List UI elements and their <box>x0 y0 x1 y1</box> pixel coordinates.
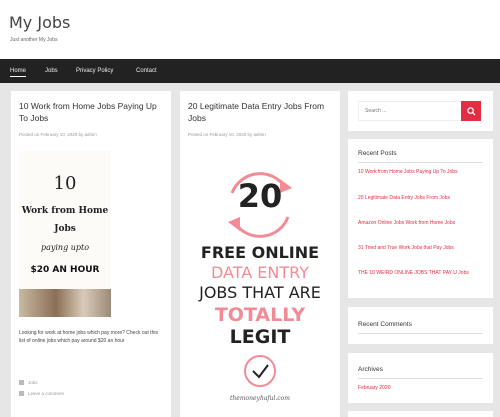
thumbnail-headline: LEGIT <box>229 326 291 348</box>
nav-item-label: Home <box>10 68 27 77</box>
site-title[interactable]: My Jobs <box>9 13 70 32</box>
post-thumbnail[interactable]: 10 Work from Home Jobs paying upto $20 A… <box>19 151 111 317</box>
nav-item-label: Contact <box>136 68 157 74</box>
thumbnail-headline: FREE ONLINE <box>200 243 320 262</box>
post-card: 10 Work from Home Jobs Paying Up To Jobs… <box>11 91 171 417</box>
widget-title: Archives <box>358 366 383 373</box>
recent-post-link[interactable]: 10 Work from Home Jobs Paying Up To Jobs <box>358 168 483 176</box>
nav-item-label: Privacy Policy <box>76 68 114 74</box>
nav-item-home[interactable]: Home <box>10 59 27 83</box>
widget-title: Recent Posts <box>358 150 397 157</box>
post-meta: Posted on February 10, 2020 by admin <box>188 132 266 137</box>
recent-post-link[interactable]: 31 Tried and True Work Jobs that Pay Job… <box>358 244 483 252</box>
thumbnail-headline: JOBS THAT ARE <box>199 283 321 302</box>
widget-title: Recent Comments <box>358 321 412 328</box>
divider <box>358 162 483 163</box>
recent-posts-widget: Recent Posts 10 Work from Home Jobs Payi… <box>348 139 493 298</box>
recent-post-link[interactable]: Amazon Online Jobs Work from Home Jobs <box>358 219 483 227</box>
nav-item-jobs[interactable]: Jobs <box>45 59 58 83</box>
search-icon <box>466 106 476 116</box>
thumbnail-headline: Jobs <box>54 224 76 234</box>
post-excerpt: Looking for work at home jobs which pay … <box>19 330 158 344</box>
site-header: My Jobs Just another My Jobs <box>0 0 500 59</box>
thumbnail-headline: Work from Home <box>21 206 109 216</box>
nav-item-contact[interactable]: Contact <box>136 59 157 83</box>
search-input[interactable] <box>358 101 475 121</box>
thumbnail-caption: themoneyhaful.com <box>230 395 290 402</box>
checkmark-circle-icon <box>244 355 276 387</box>
thumbnail-headline: $20 AN HOUR <box>30 265 100 275</box>
search-button[interactable] <box>461 101 481 121</box>
post-meta: Posted on February 10, 2020 by admin <box>19 132 97 137</box>
recent-comments-widget: Recent Comments <box>348 307 493 344</box>
nav-item-label: Jobs <box>45 68 58 74</box>
thumbnail-headline: TOTALLY <box>214 304 306 326</box>
site-description: Just another My Jobs <box>10 37 58 43</box>
nav-item-privacy-policy[interactable]: Privacy Policy <box>76 59 113 83</box>
post-comments: Leave a comment <box>19 391 64 396</box>
thumbnail-number: 20 <box>237 177 283 215</box>
comment-link[interactable]: Leave a comment <box>28 391 64 396</box>
recent-post-link[interactable]: 20 Legitimate Data Entry Jobs From Jobs <box>358 194 483 202</box>
main-navigation: Home Jobs Privacy Policy Contact <box>0 59 500 83</box>
next-widget <box>348 411 493 417</box>
post-title[interactable]: 10 Work from Home Jobs Paying Up To Jobs <box>19 100 159 124</box>
post-card: 20 Legitimate Data Entry Jobs From Jobs … <box>180 91 340 417</box>
post-title[interactable]: 20 Legitimate Data Entry Jobs From Jobs <box>188 100 334 124</box>
divider <box>358 333 483 334</box>
category-link[interactable]: Jobs <box>28 380 38 385</box>
folder-icon <box>19 380 24 385</box>
divider <box>358 378 483 379</box>
recent-post-link[interactable]: THE 10 WEIRD ONLINE JOBS THAT PAY U Jobs <box>358 269 483 277</box>
thumbnail-number: 10 <box>53 173 77 194</box>
thumbnail-photo-strip <box>19 289 111 317</box>
comment-icon <box>19 391 24 396</box>
archive-link[interactable]: February 2020 <box>358 384 483 392</box>
post-category: Jobs <box>19 380 38 385</box>
thumbnail-headline: DATA ENTRY <box>210 263 310 282</box>
archives-widget: Archives February 2020 <box>348 353 493 403</box>
post-thumbnail[interactable]: 20 FREE ONLINE DATA ENTRY JOBS THAT ARE … <box>180 145 340 417</box>
thumbnail-script: paying upto <box>40 243 90 252</box>
